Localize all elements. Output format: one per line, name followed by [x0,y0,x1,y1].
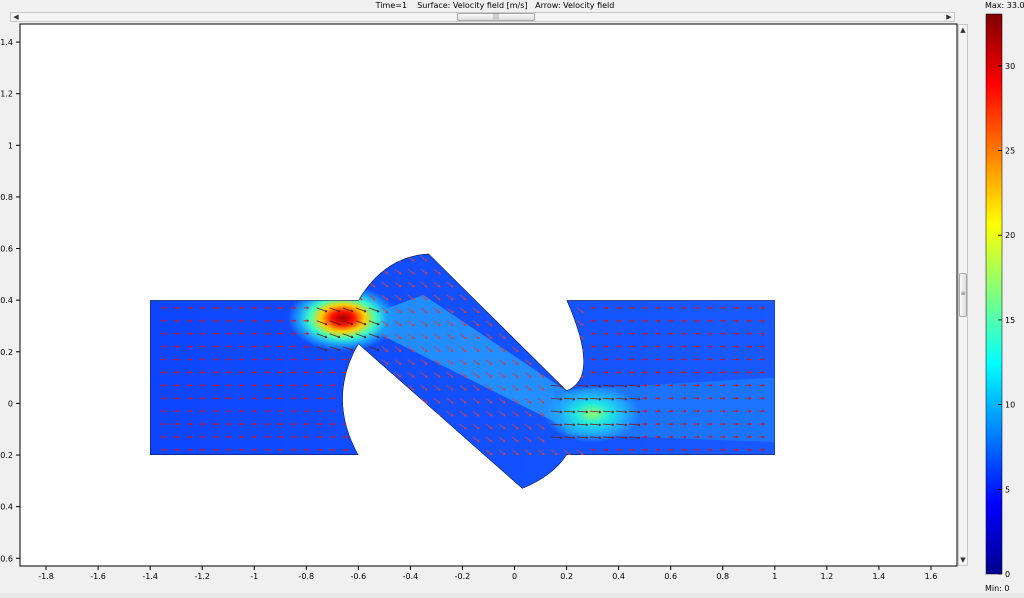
x-tick-label: 1.2 [820,572,833,581]
y-tick-label: 1.2 [0,90,13,99]
colorbar-tick-label: 30 [1005,62,1015,71]
y-tick-label: 1 [8,141,13,150]
colorbar-tick-label: 5 [1005,485,1010,494]
x-tick-label: -1.8 [38,572,54,581]
x-tick-label: 0.2 [560,572,573,581]
x-tick-label: 0.8 [716,572,729,581]
x-tick-label: -1.6 [90,572,106,581]
x-tick-label: 1.6 [925,572,938,581]
y-tick-label: 1.4 [0,38,13,47]
colorbar-tick-label: 15 [1005,316,1015,325]
colorbar-tick-label: 10 [1005,401,1015,410]
velocity-hotspot [544,384,641,443]
colorbar-tick-label: 0 [1005,570,1010,579]
y-tick-label: 0.4 [0,296,13,305]
plot-area[interactable] [19,23,958,567]
legend-min-label: Min: 0 [985,584,1010,593]
y-axis: 1.4 1.2 1 0.8 0.6 0.4 0.2 0 -0.2 -0.4 -0.6 [0,38,20,563]
x-tick-label: 1 [772,572,777,581]
y-tick-label: -0.2 [0,451,13,460]
y-tick-label: -0.6 [0,554,13,563]
x-tick-label: -0.2 [455,572,471,581]
y-tick-label: -0.4 [0,503,13,512]
x-tick-label: -1.2 [194,572,210,581]
y-tick-label: 0.8 [0,193,13,202]
x-tick-label: 0 [512,572,517,581]
x-tick-label: 0.6 [664,572,677,581]
colorbar-tick-label: 20 [1005,231,1015,240]
colorbar-tick-label: 25 [1005,147,1015,156]
x-tick-label: -0.6 [351,572,367,581]
x-tick-label: -0.4 [403,572,419,581]
y-tick-label: 0.6 [0,245,13,254]
legend-max-label: Max: 33.06 [985,1,1024,10]
x-tick-label: -1.4 [142,572,158,581]
colorbar [985,13,1003,575]
x-axis: -1.8 -1.6 -1.4 -1.2 -1 -0.8 -0.6 -0.4 -0.2 0 0.2 0.… [38,566,937,581]
y-tick-label: 0.2 [0,348,13,357]
x-tick-label: 1.4 [873,572,886,581]
velocity-plot[interactable]: -1.8 -1.6 -1.4 -1.2 -1 -0.8 -0.6 -0.4 -0.2 0 0.2 0.… [0,0,1024,598]
x-tick-label: 0.4 [612,572,625,581]
y-tick-label: 0 [8,399,13,408]
x-tick-label: -0.8 [299,572,315,581]
status-bar [0,593,1024,598]
x-tick-label: -1 [250,572,258,581]
